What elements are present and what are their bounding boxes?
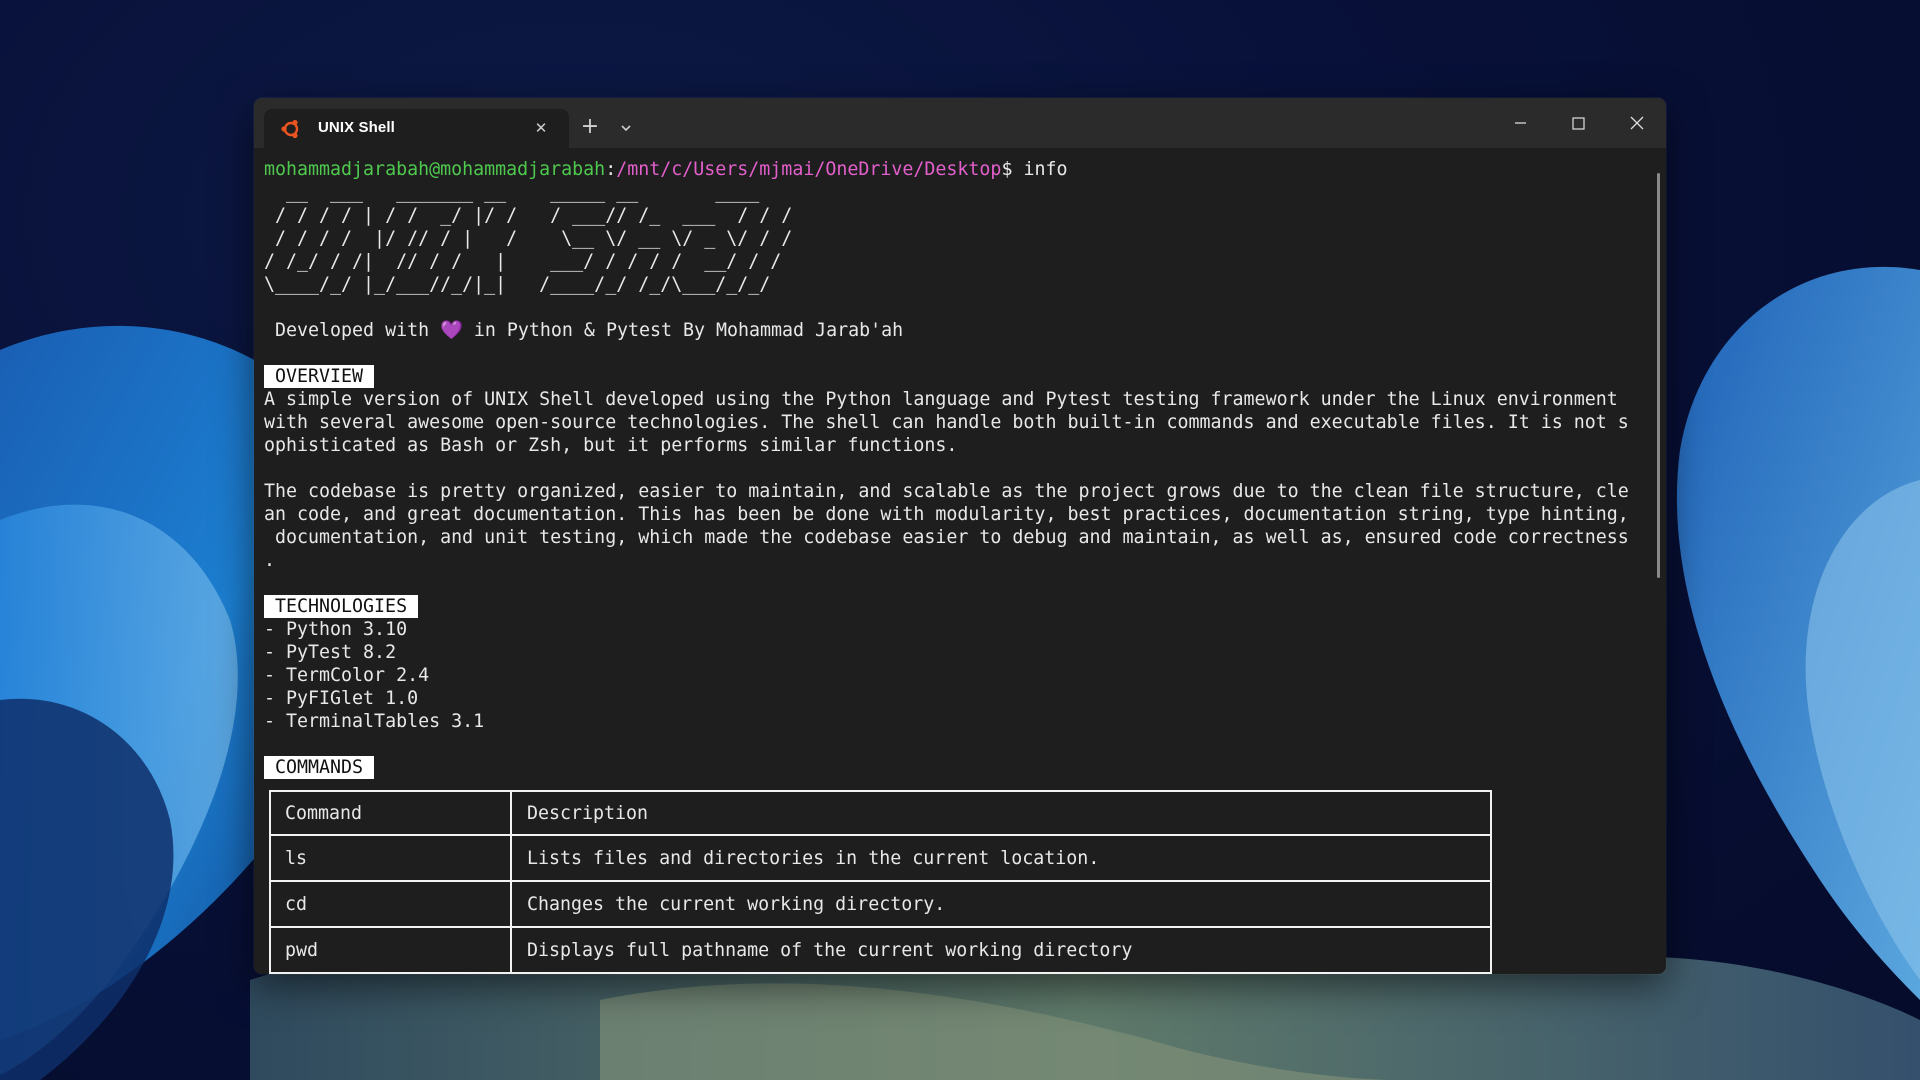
table-border — [269, 880, 1492, 882]
overview-text-line: A simple version of UNIX Shell developed… — [264, 389, 1618, 410]
chevron-down-icon[interactable] — [612, 113, 640, 143]
table-border — [269, 790, 1492, 792]
close-icon[interactable] — [1608, 98, 1666, 148]
overview-heading: OVERVIEW — [264, 365, 375, 388]
overview-text-line: an code, and great documentation. This h… — [264, 504, 1629, 525]
terminal-output[interactable]: mohammadjarabah@mohammadjarabah:/mnt/c/U… — [254, 148, 1666, 974]
table-cell-description: Changes the current working directory. — [527, 894, 946, 915]
prompt-separator: : — [605, 159, 617, 180]
overview-text-line: . — [264, 550, 276, 571]
tab-title: UNIX Shell — [318, 119, 395, 136]
developed-with-line: Developed with 💜 in Python & Pytest By M… — [264, 320, 904, 341]
table-border — [1490, 790, 1492, 974]
ascii-banner-line: \____/_/ |_/___//_/|_| /____/_/ /_/\___/… — [264, 274, 804, 295]
ascii-banner-line: / /_/ / /| // / / | ___/ / / / / __/ / / — [264, 251, 804, 272]
ascii-banner-line: / / / / | / / _/ |/ / / ___// /_ ___ / /… — [264, 205, 793, 226]
table-header-command: Command — [285, 803, 363, 824]
technology-item: - PyTest 8.2 — [264, 642, 397, 663]
title-bar[interactable]: UNIX Shell ✕ + — [254, 98, 1666, 148]
tab-unix-shell[interactable]: UNIX Shell ✕ — [264, 109, 569, 148]
typed-command: info — [1023, 159, 1068, 180]
table-header-description: Description — [527, 803, 649, 824]
table-border — [269, 926, 1492, 928]
prompt-path: /mnt/c/Users/mjmai/OneDrive/Desktop — [616, 159, 1002, 180]
table-border — [510, 790, 512, 974]
table-border — [269, 834, 1492, 836]
overview-text-line: documentation, and unit testing, which m… — [264, 527, 1629, 548]
maximize-icon[interactable] — [1549, 98, 1607, 148]
prompt-line: mohammadjarabah@mohammadjarabah:/mnt/c/U… — [264, 158, 1067, 181]
table-border — [269, 790, 271, 974]
overview-text-line: The codebase is pretty organized, easier… — [264, 481, 1629, 502]
table-border — [269, 972, 1492, 974]
minimize-icon[interactable] — [1491, 98, 1549, 148]
technology-item: - TermColor 2.4 — [264, 665, 430, 686]
table-cell-command: ls — [285, 848, 308, 869]
prompt-end: $ — [1001, 159, 1024, 180]
overview-text-line: with several awesome open-source technol… — [264, 412, 1629, 433]
ascii-banner-line: / / / / |/ // / | / \__ \/ __ \/ _ \/ / … — [264, 228, 804, 249]
technology-item: - PyFIGlet 1.0 — [264, 688, 419, 709]
prompt-user: mohammadjarabah@mohammadjarabah — [264, 159, 606, 180]
table-cell-command: pwd — [285, 940, 319, 961]
new-tab-button[interactable]: + — [572, 113, 608, 143]
table-cell-command: cd — [285, 894, 308, 915]
technologies-heading: TECHNOLOGIES — [264, 595, 419, 618]
table-cell-description: Lists files and directories in the curre… — [527, 848, 1100, 869]
table-cell-description: Displays full pathname of the current wo… — [527, 940, 1133, 961]
ascii-banner-line: __ ___ _______ __ _____ __ ____ — [264, 182, 771, 203]
commands-heading: COMMANDS — [264, 756, 375, 779]
terminal-window: UNIX Shell ✕ + mohammadjarabah@mohammadj… — [254, 98, 1666, 974]
technology-item: - TerminalTables 3.1 — [264, 711, 485, 732]
technology-item: - Python 3.10 — [264, 619, 408, 640]
overview-text-line: ophisticated as Bash or Zsh, but it perf… — [264, 435, 958, 456]
tab-close-icon[interactable]: ✕ — [530, 117, 552, 139]
ubuntu-logo-icon — [281, 119, 299, 139]
scrollbar-thumb[interactable] — [1657, 173, 1660, 578]
commands-table: Command Description ls Lists files and d… — [269, 790, 1492, 974]
